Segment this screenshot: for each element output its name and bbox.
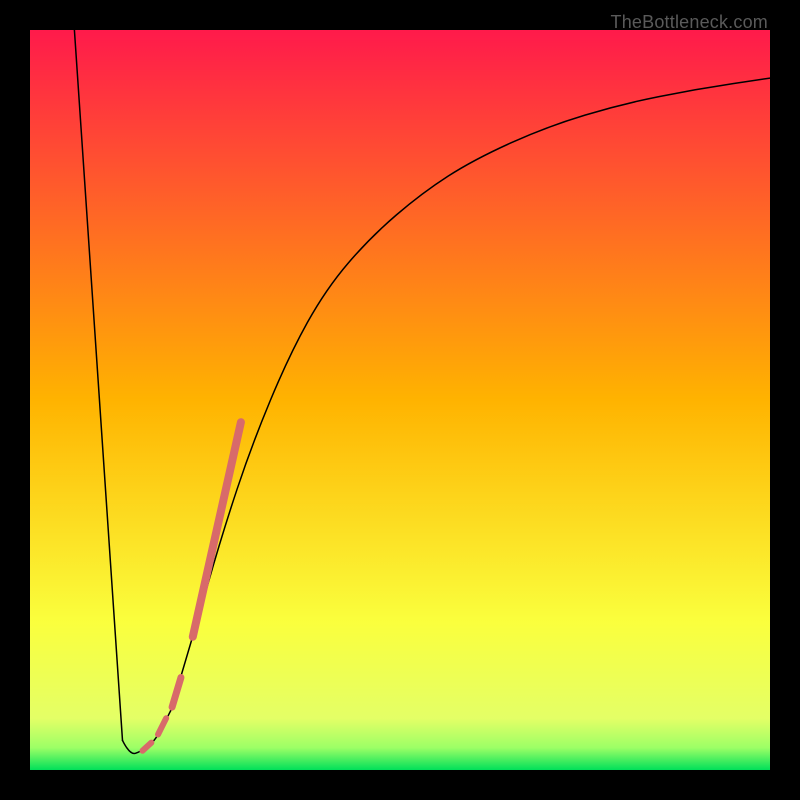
chart-plot-area [30,30,770,770]
chart-background [30,30,770,770]
chart-svg [30,30,770,770]
